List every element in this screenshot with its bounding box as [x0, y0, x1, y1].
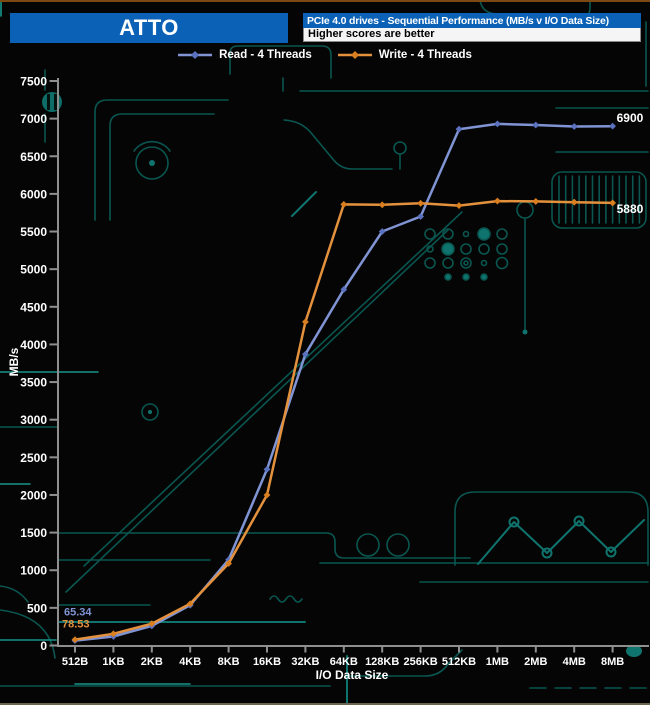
x-tick-label: 1KB [102, 656, 124, 668]
y-tick-label: 7500 [20, 75, 47, 89]
y-tick-label: 5000 [20, 263, 47, 277]
x-tick-label: 512B [62, 656, 88, 668]
value-annotation: 6900 [617, 111, 644, 125]
plot-area: 0 500 1000 1500 2000 2500 3000 3500 4000 4500 5000… [20, 75, 649, 668]
x-tick-label: 1MB [486, 656, 509, 668]
chart-title: PCIe 4.0 drives - Sequential Performance… [303, 13, 641, 28]
y-tick-label: 6500 [20, 150, 47, 164]
x-tick-label: 128KB [365, 656, 399, 668]
vendor-logo: ATTO [10, 13, 288, 43]
value-annotation: 78.53 [62, 619, 90, 631]
y-tick-label: 2000 [20, 488, 47, 502]
read-data-marker [570, 123, 578, 130]
write-data-marker [378, 201, 386, 209]
y-tick-label: 6000 [20, 187, 47, 201]
x-tick-label: 16KB [253, 656, 281, 668]
write-data-marker [455, 202, 463, 209]
chart-subtitle: Higher scores are better [303, 28, 641, 42]
y-tick-label: 3000 [20, 413, 47, 427]
read-line-swatch [178, 51, 213, 59]
read-data-marker [263, 465, 271, 473]
x-tick-label: 8MB [601, 656, 624, 668]
write-data-marker [71, 636, 79, 643]
write-data-marker [417, 199, 424, 207]
y-tick-label: 4500 [20, 300, 47, 314]
chart-canvas: 0 500 1000 1500 2000 2500 3000 3500 4000 4500 5000… [0, 0, 649, 705]
legend-label-read: Read - 4 Threads [219, 49, 312, 61]
write-data-marker [494, 197, 501, 205]
x-tick-label: 256KB [403, 656, 437, 668]
x-tick-label: 64KB [330, 656, 358, 668]
write-data-marker [302, 318, 309, 326]
write-series-line [73, 199, 614, 641]
y-tick-label: 500 [27, 601, 47, 615]
x-tick-label: 4KB [179, 656, 201, 668]
x-tick-label: 2KB [141, 656, 163, 668]
y-tick-label: 7000 [20, 112, 47, 126]
write-data-marker [609, 199, 616, 207]
x-tick-label: 512KB [442, 656, 476, 668]
chart-title-box: PCIe 4.0 drives - Sequential Performance… [303, 13, 641, 42]
y-tick-label: 0 [40, 639, 47, 653]
x-axis-title: I/O Data Size [316, 668, 389, 682]
legend-label-write: Write - 4 Threads [378, 49, 472, 61]
value-annotation: 65.34 [64, 607, 92, 619]
y-tick-label: 3500 [20, 376, 47, 390]
circuit-board-pattern [0, 0, 649, 705]
hatch-block [551, 171, 647, 229]
x-tick-label: 2MB [524, 656, 547, 668]
x-tick-label: 32KB [291, 656, 319, 668]
y-tick-label: 4000 [20, 338, 47, 352]
read-data-marker [609, 122, 616, 130]
write-line-swatch [337, 51, 372, 59]
write-data-marker [532, 198, 540, 205]
read-data-marker [494, 120, 501, 128]
x-tick-label: 8KB [218, 656, 240, 668]
y-tick-label: 5500 [20, 225, 47, 239]
read-data-marker [532, 121, 540, 129]
value-annotation: 5880 [617, 202, 644, 216]
legend: Read - 4 Threads Write - 4 Threads [0, 49, 650, 61]
y-axis-title: MB/s [7, 347, 21, 376]
x-tick-label: 4MB [563, 656, 586, 668]
y-tick-label: 1500 [20, 526, 47, 540]
atto-benchmark-chart: 0 500 1000 1500 2000 2500 3000 3500 4000 4500 5000… [0, 0, 650, 705]
y-tick-label: 2500 [20, 451, 47, 465]
top-edge-strip [0, 0, 650, 2]
legend-item-write: Write - 4 Threads [337, 49, 472, 61]
y-tick-label: 1000 [20, 564, 47, 578]
legend-item-read: Read - 4 Threads [178, 49, 312, 61]
write-data-marker [340, 201, 348, 208]
